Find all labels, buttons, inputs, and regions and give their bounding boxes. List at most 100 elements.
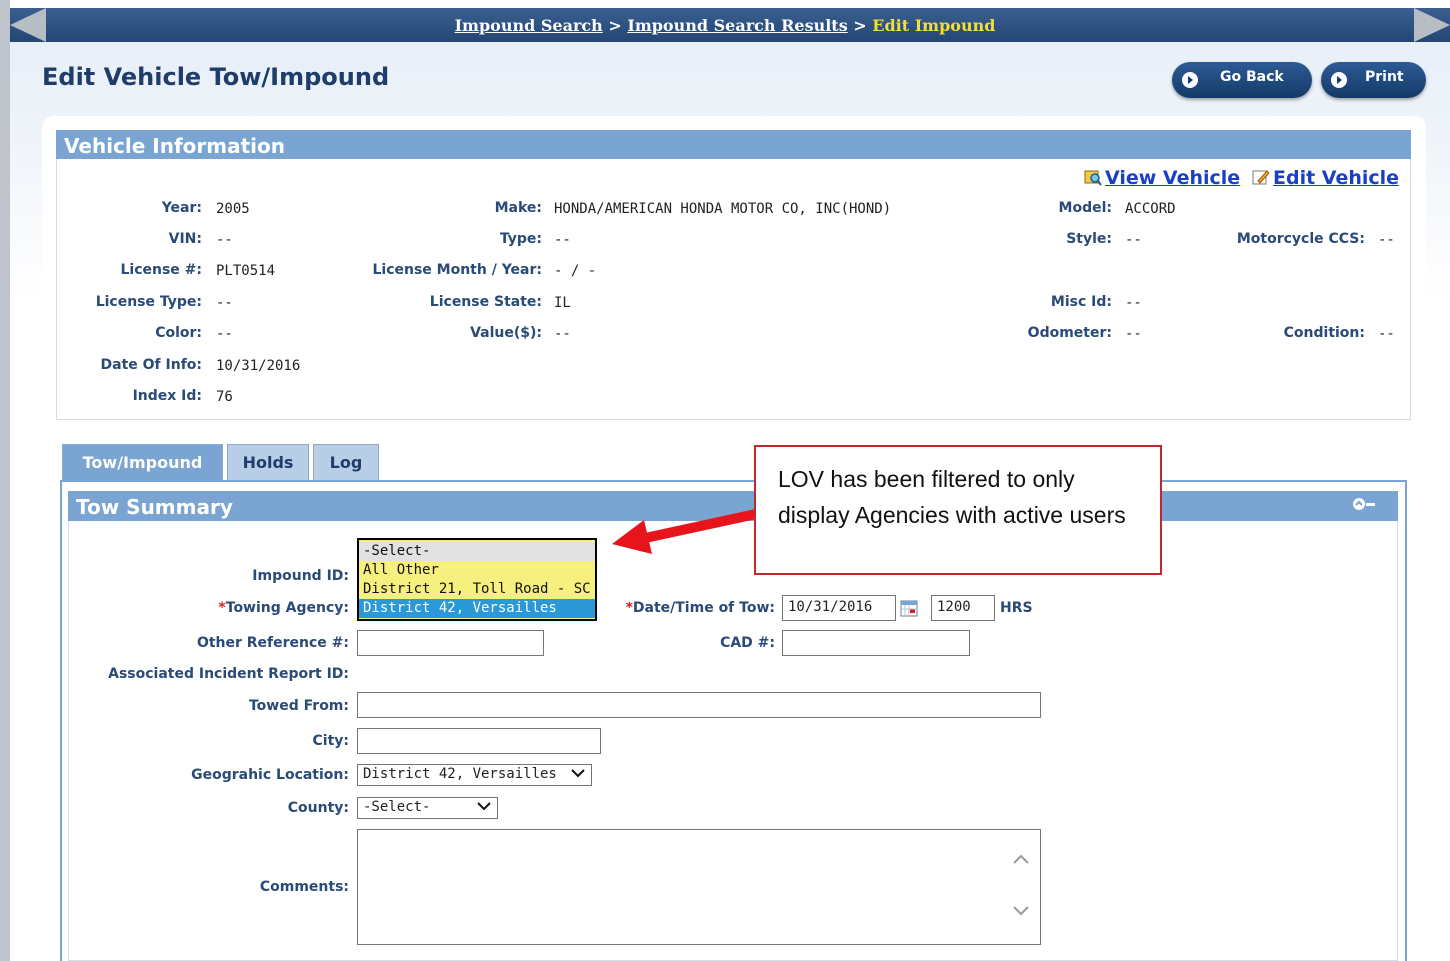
county-value: -Select-	[363, 799, 431, 815]
index-id-value: 76	[216, 389, 233, 405]
date-time-label-text: Date/Time of Tow:	[632, 600, 775, 616]
value-label: Value($):	[470, 325, 542, 341]
city-input[interactable]	[357, 728, 601, 754]
vin-label: VIN:	[168, 231, 202, 247]
condition-label: Condition:	[1283, 325, 1365, 341]
edit-vehicle-icon	[1252, 168, 1270, 186]
geo-location-label: Geograhic Location:	[191, 767, 349, 783]
tab-log[interactable]: Log	[313, 444, 379, 480]
tab-tow-impound[interactable]: Tow/Impound	[62, 444, 223, 480]
other-reference-input[interactable]	[357, 630, 544, 656]
required-mark: *	[218, 600, 226, 616]
vin-value: --	[216, 232, 233, 248]
county-select[interactable]: -Select-	[357, 797, 498, 819]
callout-arrow-icon	[612, 509, 758, 554]
towing-agency-option[interactable]: District 21, Toll Road - SC	[359, 580, 595, 599]
misc-id-label: Misc Id:	[1050, 294, 1112, 310]
page-title: Edit Vehicle Tow/Impound	[42, 63, 390, 91]
towing-agency-option[interactable]: -Select-	[359, 542, 595, 561]
county-label: County:	[287, 800, 349, 816]
year-value: 2005	[216, 201, 250, 217]
license-month-year-label: License Month / Year:	[372, 262, 542, 278]
breadcrumb-current: Edit Impound	[872, 16, 996, 35]
chevron-down-icon	[571, 767, 585, 779]
scroll-down-icon[interactable]	[1012, 904, 1030, 918]
geo-location-select[interactable]: District 42, Versailles	[357, 764, 592, 786]
tow-time-input[interactable]: 1200	[931, 595, 995, 621]
comments-textarea[interactable]	[357, 829, 1041, 945]
style-label: Style:	[1066, 231, 1112, 247]
tab-holds[interactable]: Holds	[227, 444, 309, 480]
other-ref-label: Other Reference #:	[196, 635, 349, 651]
collapse-icon[interactable]	[1353, 497, 1375, 515]
date-of-info-label: Date Of Info:	[100, 357, 202, 373]
view-vehicle-label: View Vehicle	[1105, 167, 1241, 189]
color-value: --	[216, 326, 233, 342]
index-id-label: Index Id:	[132, 388, 202, 404]
vehicle-info-title: Vehicle Information	[64, 134, 285, 158]
date-time-label: *Date/Time of Tow:	[626, 600, 775, 616]
breadcrumb-impound-search[interactable]: Impound Search	[455, 16, 603, 35]
window-edge	[0, 0, 10, 961]
odometer-label: Odometer:	[1027, 325, 1112, 341]
towing-agency-label: *Towing Agency:	[218, 600, 349, 616]
vehicle-info-body	[56, 159, 1411, 420]
required-mark: *	[625, 600, 633, 616]
print-button[interactable]: Print	[1321, 62, 1426, 98]
view-vehicle-link[interactable]: View Vehicle	[1084, 167, 1240, 189]
view-vehicle-icon	[1084, 168, 1102, 186]
color-label: Color:	[155, 325, 202, 341]
towing-agency-option[interactable]: All Other	[359, 561, 595, 580]
motorcycle-ccs-value: --	[1378, 232, 1395, 248]
print-label: Print	[1365, 69, 1404, 85]
motorcycle-ccs-label: Motorcycle CCS:	[1236, 231, 1365, 247]
towed-from-input[interactable]	[357, 692, 1041, 718]
type-value: --	[554, 232, 571, 248]
cad-input[interactable]	[782, 630, 970, 656]
towing-agency-listbox[interactable]: -Select- All Other District 21, Toll Roa…	[357, 538, 597, 621]
towed-from-label: Towed From:	[248, 698, 349, 714]
assoc-incident-label: Associated Incident Report ID:	[108, 666, 349, 682]
scroll-up-icon[interactable]	[1012, 852, 1030, 866]
style-value: --	[1125, 232, 1142, 248]
annotation-callout: LOV has been filtered to only display Ag…	[754, 445, 1162, 575]
breadcrumb-impound-search-results[interactable]: Impound Search Results	[627, 16, 847, 35]
calendar-icon[interactable]	[900, 599, 918, 617]
towing-agency-label-text: Towing Agency:	[225, 600, 349, 616]
type-label: Type:	[499, 231, 542, 247]
license-type-label: License Type:	[95, 294, 202, 310]
go-back-label: Go Back	[1220, 69, 1284, 85]
value-value: --	[554, 326, 571, 342]
license-state-value: IL	[554, 295, 571, 311]
model-label: Model:	[1058, 200, 1112, 216]
tow-date-input[interactable]: 10/31/2016	[782, 595, 896, 621]
make-value: HONDA/AMERICAN HONDA MOTOR CO, INC(HOND)	[554, 201, 892, 217]
license-state-label: License State:	[429, 294, 542, 310]
edit-vehicle-label: Edit Vehicle	[1273, 167, 1400, 189]
cad-label: CAD #:	[720, 635, 775, 651]
impound-id-label: Impound ID:	[252, 568, 349, 584]
odometer-value: --	[1125, 326, 1142, 342]
misc-id-value: --	[1125, 295, 1142, 311]
condition-value: --	[1378, 326, 1395, 342]
date-of-info-value: 10/31/2016	[216, 358, 301, 374]
breadcrumb-separator: >	[853, 16, 867, 35]
play-icon	[1331, 72, 1347, 88]
comments-label: Comments:	[259, 879, 349, 895]
license-value: PLT0514	[216, 263, 276, 279]
tow-summary-title: Tow Summary	[76, 495, 233, 519]
license-label: License #:	[120, 262, 202, 278]
geo-location-value: District 42, Versailles	[363, 766, 557, 782]
model-value: ACCORD	[1125, 201, 1176, 217]
license-type-value: --	[216, 295, 233, 311]
make-label: Make:	[494, 200, 542, 216]
breadcrumb: Impound Search > Impound Search Results …	[0, 16, 1450, 35]
towing-agency-option-selected[interactable]: District 42, Versailles	[359, 599, 595, 618]
go-back-button[interactable]: Go Back	[1172, 62, 1312, 98]
chevron-down-icon	[477, 800, 491, 812]
nav-top-strip	[10, 0, 1450, 8]
breadcrumb-separator: >	[608, 16, 622, 35]
city-label: City:	[312, 733, 350, 749]
hrs-label: HRS	[1000, 600, 1033, 616]
edit-vehicle-link[interactable]: Edit Vehicle	[1252, 167, 1399, 189]
